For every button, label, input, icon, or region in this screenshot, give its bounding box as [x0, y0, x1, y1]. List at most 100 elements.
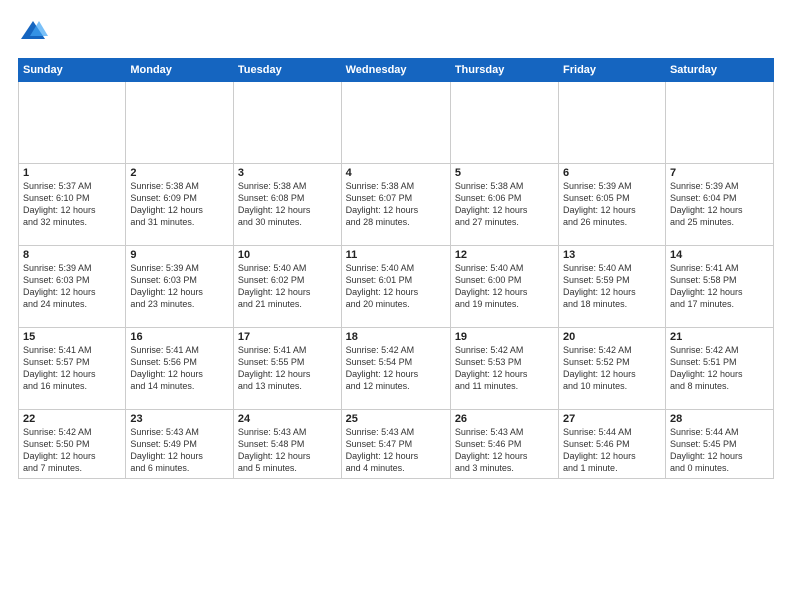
day-number: 28 — [670, 413, 769, 425]
table-row: 24Sunrise: 5:43 AMSunset: 5:48 PMDayligh… — [233, 410, 341, 479]
day-info: Sunrise: 5:40 AMSunset: 6:02 PMDaylight:… — [238, 262, 337, 311]
header-friday: Friday — [559, 59, 666, 82]
day-info: Sunrise: 5:41 AMSunset: 5:58 PMDaylight:… — [670, 262, 769, 311]
day-number: 24 — [238, 413, 337, 425]
table-row: 4Sunrise: 5:38 AMSunset: 6:07 PMDaylight… — [341, 164, 450, 246]
day-number: 13 — [563, 249, 661, 261]
day-info: Sunrise: 5:41 AMSunset: 5:55 PMDaylight:… — [238, 344, 337, 393]
table-row — [450, 82, 558, 164]
table-row: 23Sunrise: 5:43 AMSunset: 5:49 PMDayligh… — [126, 410, 234, 479]
day-info: Sunrise: 5:39 AMSunset: 6:03 PMDaylight:… — [23, 262, 121, 311]
header-monday: Monday — [126, 59, 234, 82]
table-row: 27Sunrise: 5:44 AMSunset: 5:46 PMDayligh… — [559, 410, 666, 479]
day-info: Sunrise: 5:40 AMSunset: 6:01 PMDaylight:… — [346, 262, 446, 311]
day-number: 19 — [455, 331, 554, 343]
table-row: 9Sunrise: 5:39 AMSunset: 6:03 PMDaylight… — [126, 246, 234, 328]
day-number: 20 — [563, 331, 661, 343]
day-number: 11 — [346, 249, 446, 261]
calendar-week-row: 8Sunrise: 5:39 AMSunset: 6:03 PMDaylight… — [19, 246, 774, 328]
day-number: 8 — [23, 249, 121, 261]
day-info: Sunrise: 5:40 AMSunset: 6:00 PMDaylight:… — [455, 262, 554, 311]
day-info: Sunrise: 5:40 AMSunset: 5:59 PMDaylight:… — [563, 262, 661, 311]
day-info: Sunrise: 5:42 AMSunset: 5:52 PMDaylight:… — [563, 344, 661, 393]
day-info: Sunrise: 5:39 AMSunset: 6:05 PMDaylight:… — [563, 180, 661, 229]
table-row: 5Sunrise: 5:38 AMSunset: 6:06 PMDaylight… — [450, 164, 558, 246]
table-row: 22Sunrise: 5:42 AMSunset: 5:50 PMDayligh… — [19, 410, 126, 479]
day-info: Sunrise: 5:42 AMSunset: 5:50 PMDaylight:… — [23, 426, 121, 475]
header-tuesday: Tuesday — [233, 59, 341, 82]
calendar-week-row: 1Sunrise: 5:37 AMSunset: 6:10 PMDaylight… — [19, 164, 774, 246]
table-row: 28Sunrise: 5:44 AMSunset: 5:45 PMDayligh… — [665, 410, 773, 479]
day-info: Sunrise: 5:42 AMSunset: 5:51 PMDaylight:… — [670, 344, 769, 393]
table-row: 8Sunrise: 5:39 AMSunset: 6:03 PMDaylight… — [19, 246, 126, 328]
table-row: 7Sunrise: 5:39 AMSunset: 6:04 PMDaylight… — [665, 164, 773, 246]
day-info: Sunrise: 5:44 AMSunset: 5:45 PMDaylight:… — [670, 426, 769, 475]
header-thursday: Thursday — [450, 59, 558, 82]
table-row: 2Sunrise: 5:38 AMSunset: 6:09 PMDaylight… — [126, 164, 234, 246]
table-row: 6Sunrise: 5:39 AMSunset: 6:05 PMDaylight… — [559, 164, 666, 246]
day-info: Sunrise: 5:39 AMSunset: 6:03 PMDaylight:… — [130, 262, 229, 311]
day-number: 3 — [238, 167, 337, 179]
day-info: Sunrise: 5:44 AMSunset: 5:46 PMDaylight:… — [563, 426, 661, 475]
table-row: 15Sunrise: 5:41 AMSunset: 5:57 PMDayligh… — [19, 328, 126, 410]
day-number: 4 — [346, 167, 446, 179]
day-info: Sunrise: 5:38 AMSunset: 6:08 PMDaylight:… — [238, 180, 337, 229]
header-wednesday: Wednesday — [341, 59, 450, 82]
table-row: 3Sunrise: 5:38 AMSunset: 6:08 PMDaylight… — [233, 164, 341, 246]
calendar-week-row — [19, 82, 774, 164]
table-row: 21Sunrise: 5:42 AMSunset: 5:51 PMDayligh… — [665, 328, 773, 410]
table-row: 1Sunrise: 5:37 AMSunset: 6:10 PMDaylight… — [19, 164, 126, 246]
day-info: Sunrise: 5:43 AMSunset: 5:46 PMDaylight:… — [455, 426, 554, 475]
calendar-week-row: 22Sunrise: 5:42 AMSunset: 5:50 PMDayligh… — [19, 410, 774, 479]
table-row: 18Sunrise: 5:42 AMSunset: 5:54 PMDayligh… — [341, 328, 450, 410]
calendar-week-row: 15Sunrise: 5:41 AMSunset: 5:57 PMDayligh… — [19, 328, 774, 410]
weekday-header-row: Sunday Monday Tuesday Wednesday Thursday… — [19, 59, 774, 82]
table-row: 17Sunrise: 5:41 AMSunset: 5:55 PMDayligh… — [233, 328, 341, 410]
day-number: 12 — [455, 249, 554, 261]
day-number: 9 — [130, 249, 229, 261]
day-number: 17 — [238, 331, 337, 343]
day-info: Sunrise: 5:43 AMSunset: 5:49 PMDaylight:… — [130, 426, 229, 475]
table-row — [559, 82, 666, 164]
table-row: 16Sunrise: 5:41 AMSunset: 5:56 PMDayligh… — [126, 328, 234, 410]
table-row: 25Sunrise: 5:43 AMSunset: 5:47 PMDayligh… — [341, 410, 450, 479]
table-row: 14Sunrise: 5:41 AMSunset: 5:58 PMDayligh… — [665, 246, 773, 328]
table-row — [19, 82, 126, 164]
logo-icon — [18, 18, 48, 48]
table-row — [233, 82, 341, 164]
table-row: 20Sunrise: 5:42 AMSunset: 5:52 PMDayligh… — [559, 328, 666, 410]
table-row: 19Sunrise: 5:42 AMSunset: 5:53 PMDayligh… — [450, 328, 558, 410]
day-number: 7 — [670, 167, 769, 179]
logo — [18, 18, 52, 48]
day-number: 25 — [346, 413, 446, 425]
day-info: Sunrise: 5:43 AMSunset: 5:48 PMDaylight:… — [238, 426, 337, 475]
day-number: 2 — [130, 167, 229, 179]
table-row — [341, 82, 450, 164]
day-number: 21 — [670, 331, 769, 343]
day-number: 18 — [346, 331, 446, 343]
table-row — [665, 82, 773, 164]
day-number: 15 — [23, 331, 121, 343]
day-number: 26 — [455, 413, 554, 425]
day-number: 6 — [563, 167, 661, 179]
day-info: Sunrise: 5:42 AMSunset: 5:53 PMDaylight:… — [455, 344, 554, 393]
page-header — [18, 18, 774, 48]
calendar-page: Sunday Monday Tuesday Wednesday Thursday… — [0, 0, 792, 612]
day-info: Sunrise: 5:38 AMSunset: 6:07 PMDaylight:… — [346, 180, 446, 229]
day-number: 27 — [563, 413, 661, 425]
day-info: Sunrise: 5:41 AMSunset: 5:56 PMDaylight:… — [130, 344, 229, 393]
table-row: 10Sunrise: 5:40 AMSunset: 6:02 PMDayligh… — [233, 246, 341, 328]
table-row — [126, 82, 234, 164]
table-row: 13Sunrise: 5:40 AMSunset: 5:59 PMDayligh… — [559, 246, 666, 328]
day-info: Sunrise: 5:42 AMSunset: 5:54 PMDaylight:… — [346, 344, 446, 393]
day-info: Sunrise: 5:37 AMSunset: 6:10 PMDaylight:… — [23, 180, 121, 229]
day-info: Sunrise: 5:43 AMSunset: 5:47 PMDaylight:… — [346, 426, 446, 475]
day-info: Sunrise: 5:38 AMSunset: 6:09 PMDaylight:… — [130, 180, 229, 229]
table-row: 12Sunrise: 5:40 AMSunset: 6:00 PMDayligh… — [450, 246, 558, 328]
day-number: 1 — [23, 167, 121, 179]
calendar-table: Sunday Monday Tuesday Wednesday Thursday… — [18, 58, 774, 479]
day-info: Sunrise: 5:41 AMSunset: 5:57 PMDaylight:… — [23, 344, 121, 393]
day-number: 23 — [130, 413, 229, 425]
header-saturday: Saturday — [665, 59, 773, 82]
day-info: Sunrise: 5:39 AMSunset: 6:04 PMDaylight:… — [670, 180, 769, 229]
